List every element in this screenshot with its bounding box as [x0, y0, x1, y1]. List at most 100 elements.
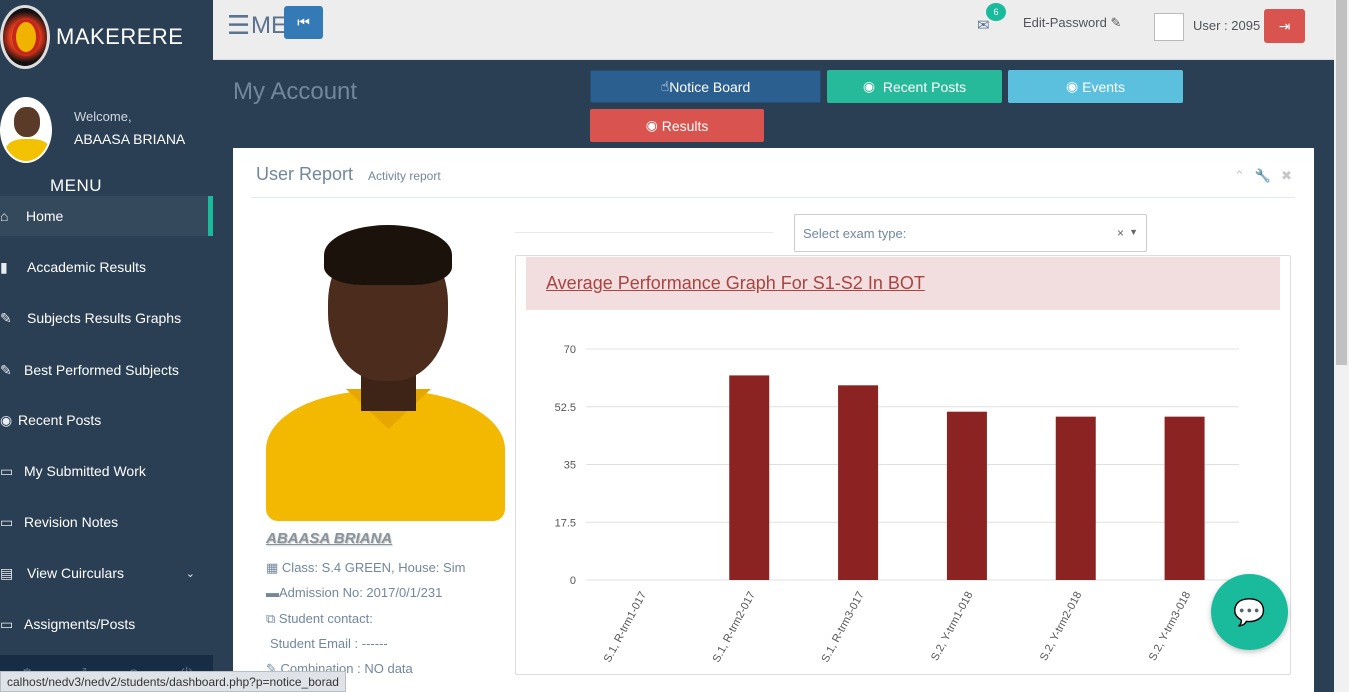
student-email: Student Email : ------: [270, 636, 388, 651]
page-title: My Account: [233, 78, 358, 105]
student-name[interactable]: ABAASA BRIANA: [266, 530, 392, 547]
y-tick-label: 35: [564, 460, 576, 472]
sidebar-item-view-cuirculars[interactable]: ▤ View Cuirculars ⌄: [0, 553, 213, 593]
dot-circle-icon: ◉: [645, 117, 658, 133]
file-icon: ▮: [0, 258, 8, 275]
events-button[interactable]: ◉ Events: [1008, 70, 1183, 103]
clear-icon[interactable]: ×: [1117, 226, 1124, 240]
bar-3: [946, 411, 987, 580]
step-backward-icon: ⏮: [297, 14, 310, 30]
close-icon[interactable]: ✖: [1281, 168, 1292, 184]
sidebar-item-label: My Submitted Work: [24, 463, 146, 479]
desktop-icon: ▭: [0, 513, 14, 530]
user-image: [1154, 13, 1184, 41]
x-tick-label: S.2, Y-trm1-018: [929, 590, 975, 663]
x-tick-label: S.1, R-trm2-017: [711, 590, 758, 665]
x-tick-label: S.2, Y-trm3-018: [1147, 590, 1193, 663]
profile-summary: Welcome, ABAASA BRIANA: [0, 95, 213, 170]
mail-count-badge: 6: [986, 3, 1006, 21]
comments-icon: 💬: [1233, 596, 1266, 627]
avatar: [0, 97, 52, 163]
sidebar-item-label: Subjects Results Graphs: [27, 310, 182, 326]
chat-button[interactable]: 💬: [1211, 574, 1288, 650]
y-tick-label: 17.5: [555, 517, 576, 529]
building-icon: ▦: [266, 560, 279, 575]
sidebar-item-label: Assigments/Posts: [24, 616, 136, 632]
home-icon: ⌂: [0, 208, 9, 224]
page-scrollbar[interactable]: [1334, 0, 1349, 692]
school-logo: [0, 5, 50, 69]
x-tick-label: S.1, R-trm3-017: [819, 590, 866, 665]
sidebar-item-label: Recent Posts: [18, 412, 102, 428]
menu-title: MENU: [50, 176, 103, 195]
briefcase-icon: ▬: [266, 585, 279, 600]
sidebar-item-label: Accademic Results: [27, 259, 147, 275]
top-navbar: ☰ ME ⏮ ✉ 6 Edit-Password ✎ User : 2095 ⇥: [213, 0, 1334, 60]
book-icon: ▤: [0, 564, 14, 581]
panel-title: User Report: [256, 164, 354, 184]
y-tick-label: 52.5: [555, 402, 576, 414]
user-label: User : 2095: [1193, 18, 1261, 33]
wrench-icon[interactable]: 🔧: [1255, 168, 1271, 184]
bar-chart: 0 17.5 35 52.5 70 S.1, R-trm1-017 S.1, R-trm2-…: [555, 344, 1239, 665]
thumbs-up-icon: ☝: [660, 78, 670, 94]
caret-down-icon: ▼: [1129, 227, 1138, 237]
bar-4: [1055, 416, 1096, 580]
sidebar-item-subjects-results-graphs[interactable]: ✎ Subjects Results Graphs: [0, 298, 213, 338]
sidebar-item-label: Revision Notes: [24, 514, 119, 530]
class-house-info: ▦ Class: S.4 GREEN, House: Sim: [266, 560, 466, 575]
results-button[interactable]: ◉ Results: [590, 109, 764, 142]
y-tick-label: 70: [564, 344, 576, 356]
bar-1: [729, 375, 770, 580]
brand-name: MAKERERE: [56, 24, 184, 49]
x-tick-label: S.2, Y-trm2-018: [1038, 590, 1084, 663]
brand[interactable]: MAKERERE: [0, 0, 213, 72]
sidebar-item-home[interactable]: ⌂ Home: [0, 196, 213, 236]
menu-text: ME: [251, 12, 287, 39]
exam-select-placeholder: Select exam type:: [803, 226, 907, 241]
dot-circle-icon: ◉: [862, 78, 876, 94]
sidebar-item-recent-posts[interactable]: ◉ Recent Posts: [0, 400, 213, 440]
notice-board-button[interactable]: ☝ Notice Board: [590, 70, 821, 103]
user-report-panel: User Report Activity report ⌃ 🔧 ✖ ABAASA…: [233, 148, 1314, 692]
sidebar-item-revision-notes[interactable]: ▭ Revision Notes: [0, 502, 213, 542]
bar-5: [1164, 416, 1205, 580]
exam-type-select[interactable]: Select exam type: × ▼: [794, 214, 1147, 252]
sidebar-item-my-submitted-work[interactable]: ▭ My Submitted Work: [0, 451, 213, 491]
desktop-icon: ▭: [0, 615, 14, 632]
welcome-text: Welcome,: [74, 109, 132, 124]
pencil-icon: ✎: [1110, 15, 1122, 30]
hamburger-icon[interactable]: ☰: [227, 10, 250, 41]
sidebar-item-label: Best Performed Subjects: [24, 362, 179, 378]
sidebar-item-academic-results[interactable]: ▮ Accademic Results: [0, 247, 213, 287]
admission-info: ▬Admission No: 2017/0/1/231: [266, 585, 443, 600]
edit-icon: ✎: [0, 361, 12, 378]
chevron-down-icon: ⌄: [185, 567, 195, 580]
recent-posts-button[interactable]: ◉ Recent Posts: [827, 70, 1002, 103]
logout-button[interactable]: ⇥: [1264, 9, 1305, 43]
performance-graph: Average Performance Graph For S1-S2 In B…: [515, 255, 1291, 675]
sidebar: MAKERERE Welcome, ABAASA BRIANA MENU ⌂ H…: [0, 0, 213, 692]
edit-password-link[interactable]: Edit-Password ✎: [1023, 15, 1121, 31]
desktop-icon: ▭: [0, 462, 14, 479]
bar-2: [838, 385, 879, 580]
y-tick-label: 0: [570, 575, 576, 587]
collapse-sidebar-button[interactable]: ⏮: [284, 6, 323, 39]
envelope-icon[interactable]: ✉: [977, 16, 990, 34]
x-tick-label: S.1, R-trm1-017: [602, 590, 649, 665]
student-contact: ⧉ Student contact:: [266, 611, 373, 626]
edit-icon: ✎: [0, 309, 12, 326]
external-link-icon: ⧉: [266, 611, 276, 626]
status-bar-url: calhost/nedv3/nedv2/students/dashboard.p…: [0, 671, 346, 692]
sidebar-item-assigments-posts[interactable]: ▭ Assigments/Posts: [0, 604, 213, 644]
profile-name: ABAASA BRIANA: [74, 131, 186, 147]
panel-tools: ⌃ 🔧 ✖: [1234, 168, 1292, 184]
chevron-up-icon[interactable]: ⌃: [1234, 168, 1245, 184]
panel-subtitle: Activity report: [368, 169, 441, 183]
sidebar-item-best-performed-subjects[interactable]: ✎ Best Performed Subjects: [0, 350, 213, 390]
sidebar-item-label: Home: [26, 208, 64, 224]
student-photo: [266, 221, 505, 521]
dot-circle-icon: ◉: [0, 411, 13, 428]
sidebar-item-label: View Cuirculars: [27, 565, 124, 581]
dot-circle-icon: ◉: [1066, 78, 1079, 94]
